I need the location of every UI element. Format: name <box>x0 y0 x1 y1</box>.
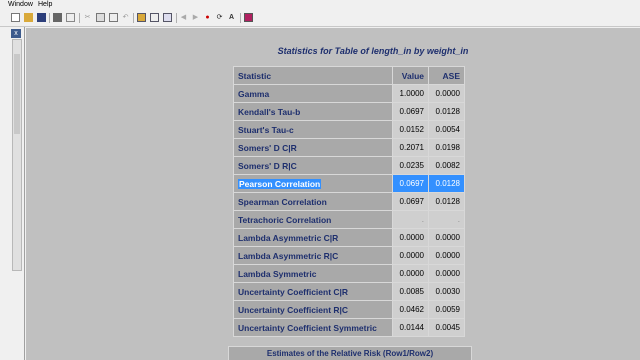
table-row: Uncertainty Coefficient Symmetric 0.0144… <box>233 318 465 337</box>
row-value[interactable]: . <box>392 210 429 229</box>
row-value[interactable]: 0.0462 <box>392 300 429 319</box>
open-folder-icon[interactable] <box>24 13 33 22</box>
font-icon[interactable]: A <box>227 13 236 22</box>
row-value[interactable]: 0.0000 <box>392 246 429 265</box>
stop-icon[interactable]: ● <box>203 13 212 22</box>
row-label[interactable]: Somers' D R|C <box>233 156 393 175</box>
table-row: Lambda Symmetric 0.0000 0.0000 <box>233 264 465 283</box>
row-label[interactable]: Stuart's Tau-c <box>233 120 393 139</box>
toolbar: ✂ ↶ ◀ ▶ ● ⟳ A <box>0 10 640 27</box>
table-row: Uncertainty Coefficient R|C 0.0462 0.005… <box>233 300 465 319</box>
table-row: Somers' D R|C 0.0235 0.0082 <box>233 156 465 175</box>
statistics-table: Statistic Value ASE Gamma 1.0000 0.0000 … <box>233 66 465 337</box>
scrollbar-thumb[interactable] <box>14 54 20 134</box>
table-row: Kendall's Tau-b 0.0697 0.0128 <box>233 102 465 121</box>
forward-arrow-icon[interactable]: ▶ <box>191 13 200 22</box>
table-row: Lambda Asymmetric R|C 0.0000 0.0000 <box>233 246 465 265</box>
row-label[interactable]: Tetrachoric Correlation <box>233 210 393 229</box>
row-ase[interactable]: 0.0054 <box>428 120 465 139</box>
toolbar-separator <box>79 13 80 23</box>
row-value[interactable]: 0.0235 <box>392 156 429 175</box>
row-ase[interactable]: 0.0198 <box>428 138 465 157</box>
row-ase-selected[interactable]: 0.0128 <box>428 174 465 193</box>
table-row: Tetrachoric Correlation . . <box>233 210 465 229</box>
save-icon[interactable] <box>37 13 46 22</box>
next-table-caption: Estimates of the Relative Risk (Row1/Row… <box>228 346 472 360</box>
copy-icon[interactable] <box>96 13 105 22</box>
row-value[interactable]: 0.0144 <box>392 318 429 337</box>
sas-results-window: Window Help ✂ ↶ ◀ ▶ ● ⟳ A x Statistics f… <box>0 0 640 360</box>
print-preview-icon[interactable] <box>66 13 75 22</box>
row-ase[interactable]: 0.0128 <box>428 102 465 121</box>
row-ase[interactable]: 0.0000 <box>428 264 465 283</box>
toolbar-separator <box>176 13 177 23</box>
table-header-row: Statistic Value ASE <box>233 66 465 85</box>
row-value[interactable]: 0.0000 <box>392 264 429 283</box>
row-ase[interactable]: 0.0000 <box>428 246 465 265</box>
column-header-value: Value <box>392 66 429 85</box>
toolbar-separator <box>240 13 241 23</box>
back-arrow-icon[interactable]: ◀ <box>179 13 188 22</box>
row-ase[interactable]: . <box>428 210 465 229</box>
table-row: Somers' D C|R 0.2071 0.0198 <box>233 138 465 157</box>
column-header-ase: ASE <box>428 66 465 85</box>
table-caption: Statistics for Table of length_in by wei… <box>277 46 469 56</box>
table-row: Gamma 1.0000 0.0000 <box>233 84 465 103</box>
row-label[interactable]: Uncertainty Coefficient R|C <box>233 300 393 319</box>
row-value[interactable]: 0.2071 <box>392 138 429 157</box>
row-label[interactable]: Uncertainty Coefficient Symmetric <box>233 318 393 337</box>
left-pane-scrollbar[interactable] <box>12 39 22 271</box>
table-row: Spearman Correlation 0.0697 0.0128 <box>233 192 465 211</box>
row-ase[interactable]: 0.0000 <box>428 84 465 103</box>
row-ase[interactable]: 0.0030 <box>428 282 465 301</box>
row-value-selected[interactable]: 0.0697 <box>392 174 429 193</box>
results-icon[interactable] <box>150 13 159 22</box>
table-row: Uncertainty Coefficient C|R 0.0085 0.003… <box>233 282 465 301</box>
menu-window[interactable]: Window <box>8 0 33 10</box>
row-value[interactable]: 0.0697 <box>392 102 429 121</box>
output-icon[interactable] <box>163 13 172 22</box>
menu-help[interactable]: Help <box>38 0 52 10</box>
row-label-selected[interactable]: Pearson Correlation <box>233 174 393 193</box>
print-icon[interactable] <box>53 13 62 22</box>
menu-bar: Window Help <box>0 0 640 10</box>
row-label[interactable]: Somers' D C|R <box>233 138 393 157</box>
row-label[interactable]: Lambda Asymmetric C|R <box>233 228 393 247</box>
row-label[interactable]: Spearman Correlation <box>233 192 393 211</box>
refresh-icon[interactable]: ⟳ <box>215 13 224 22</box>
cut-icon[interactable]: ✂ <box>83 13 92 22</box>
table-row: Lambda Asymmetric C|R 0.0000 0.0000 <box>233 228 465 247</box>
paste-icon[interactable] <box>109 13 118 22</box>
row-label[interactable]: Uncertainty Coefficient C|R <box>233 282 393 301</box>
row-ase[interactable]: 0.0082 <box>428 156 465 175</box>
row-value[interactable]: 0.0152 <box>392 120 429 139</box>
row-ase[interactable]: 0.0000 <box>428 228 465 247</box>
results-viewer: Statistics for Table of length_in by wei… <box>26 28 640 360</box>
toolbar-separator <box>133 13 134 23</box>
column-header-statistic: Statistic <box>233 66 393 85</box>
row-ase[interactable]: 0.0059 <box>428 300 465 319</box>
row-label[interactable]: Kendall's Tau-b <box>233 102 393 121</box>
row-value[interactable]: 0.0000 <box>392 228 429 247</box>
new-file-icon[interactable] <box>11 13 20 22</box>
undo-icon[interactable]: ↶ <box>121 13 130 22</box>
table-row: Stuart's Tau-c 0.0152 0.0054 <box>233 120 465 139</box>
toolbar-separator <box>49 13 50 23</box>
row-value[interactable]: 0.0085 <box>392 282 429 301</box>
selected-text[interactable]: Pearson Correlation <box>238 178 322 189</box>
row-value[interactable]: 1.0000 <box>392 84 429 103</box>
close-icon[interactable]: x <box>11 29 21 38</box>
row-ase[interactable]: 0.0045 <box>428 318 465 337</box>
row-value[interactable]: 0.0697 <box>392 192 429 211</box>
help-book-icon[interactable] <box>244 13 253 22</box>
row-ase[interactable]: 0.0128 <box>428 192 465 211</box>
row-label[interactable]: Lambda Symmetric <box>233 264 393 283</box>
table-row-selected: Pearson Correlation 0.0697 0.0128 <box>233 174 465 193</box>
left-pane: x <box>0 27 25 360</box>
explorer-icon[interactable] <box>137 13 146 22</box>
row-label[interactable]: Lambda Asymmetric R|C <box>233 246 393 265</box>
row-label[interactable]: Gamma <box>233 84 393 103</box>
